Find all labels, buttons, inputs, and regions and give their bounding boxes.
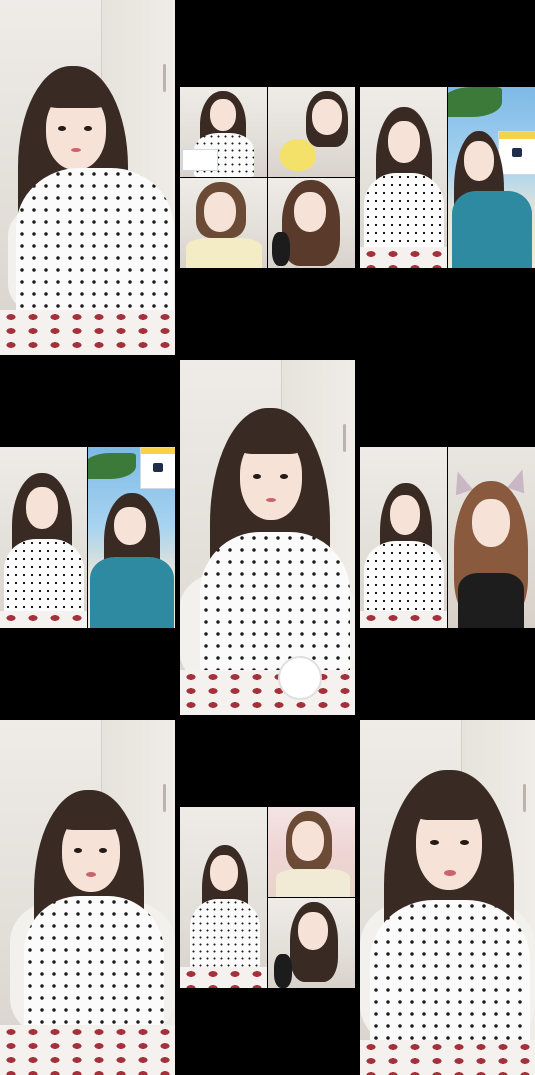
collab-tile-2 (268, 87, 355, 177)
grid-cell-2[interactable] (180, 0, 355, 355)
split-left (360, 87, 447, 268)
yellow-sticky-note (280, 139, 316, 171)
split-left (0, 447, 87, 628)
grid-cell-7[interactable] (0, 720, 175, 1075)
bangs (46, 84, 106, 108)
split-right (88, 447, 175, 628)
split-right (448, 447, 535, 628)
video-tile (0, 720, 175, 1075)
palm-leaves (448, 87, 502, 117)
collab-tile-1 (180, 87, 267, 177)
microphone (274, 954, 292, 988)
paper-sign (182, 149, 218, 171)
grid-cell-3[interactable] (360, 0, 535, 355)
video-grid (0, 0, 535, 1075)
collab-tile-left (180, 807, 267, 988)
grid-cell-9[interactable] (360, 720, 535, 1075)
microphone (272, 232, 290, 266)
video-tile (0, 0, 175, 355)
collab-tile-4 (268, 178, 355, 268)
grid-cell-6[interactable] (360, 360, 535, 715)
polka-dot-top (16, 168, 174, 318)
collab-tile-3 (180, 178, 267, 268)
grid-cell-4[interactable] (0, 360, 175, 715)
printed-pants (0, 310, 175, 355)
cat-ear (507, 466, 531, 494)
video-tile (180, 360, 355, 715)
grid-cell-5[interactable] (180, 360, 355, 715)
video-tile (360, 720, 535, 1075)
poster-board (140, 447, 175, 489)
poster-board (498, 131, 535, 175)
split-right (448, 87, 535, 268)
grid-cell-1[interactable] (0, 0, 175, 355)
collab-tile-bottom-right (268, 898, 355, 988)
grid-cell-8[interactable] (180, 720, 355, 1075)
split-left (360, 447, 447, 628)
collab-tile-top-right (268, 807, 355, 897)
